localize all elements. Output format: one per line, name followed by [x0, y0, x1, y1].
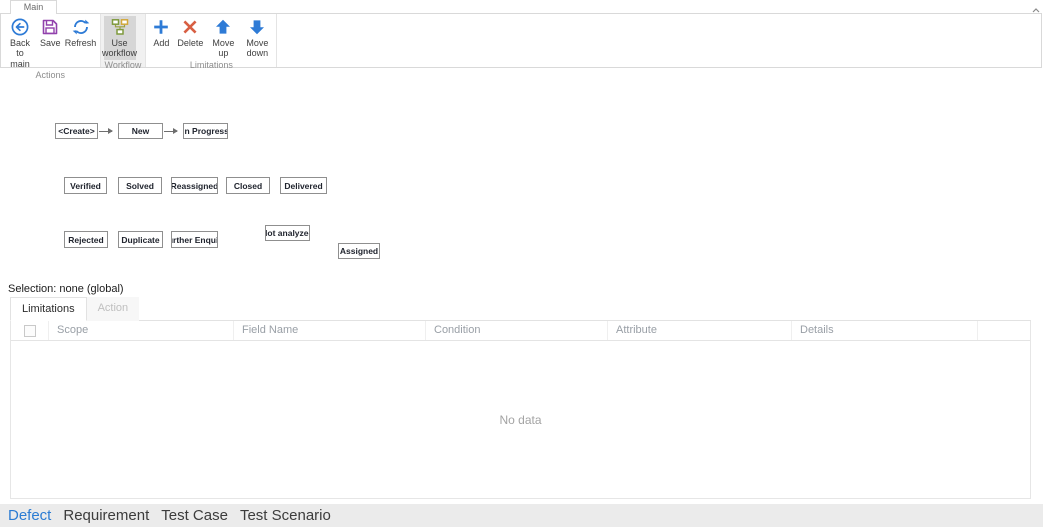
tab-limitations[interactable]: Limitations: [10, 297, 87, 321]
footer-tab-defect[interactable]: Defect: [8, 507, 51, 524]
workflow-arrow-new-to-in-progress: [164, 131, 177, 132]
workflow-node-label: New: [132, 126, 149, 136]
ribbon-group-buttons: Add Delete Move up Move down: [146, 14, 276, 60]
ribbon-group-label: Actions: [1, 70, 100, 82]
workflow-node-not-analyzed[interactable]: Not analyzed: [265, 225, 310, 241]
button-label: Add: [153, 38, 169, 48]
workflow-diagram: <Create> New In Progress Verified Solved Reas…: [0, 68, 1043, 284]
button-label: Use workflow: [102, 38, 137, 59]
column-header-scope: Scope: [49, 321, 234, 340]
workflow-node-solved[interactable]: Solved: [118, 177, 162, 194]
ribbon-group-limitations: AddDeleteMove upMove downLimitations: [146, 14, 277, 67]
button-label: Save: [40, 38, 61, 48]
workflow-node-label: Further Enquiry: [171, 235, 218, 245]
workflow-node-closed[interactable]: Closed: [226, 177, 270, 194]
workflow-node-label: Closed: [234, 181, 262, 191]
table-body: No data: [11, 341, 1030, 498]
workflow-node-assigned[interactable]: Assigned: [338, 243, 380, 259]
limitations-table: ScopeField NameConditionAttributeDetails…: [10, 321, 1031, 499]
ribbon-collapse-button[interactable]: [1029, 2, 1043, 12]
tab-action[interactable]: Action: [87, 297, 140, 321]
back-to-main-button[interactable]: Back to main: [4, 16, 36, 70]
workflow-node-delivered[interactable]: Delivered: [280, 177, 327, 194]
footer-tab-requirement[interactable]: Requirement: [63, 507, 149, 524]
workflow-node-label: Rejected: [68, 235, 103, 245]
workflow-node-label: Delivered: [284, 181, 322, 191]
entity-tab-bar: Defect Requirement Test Case Test Scenario: [0, 504, 1043, 527]
move-up-button[interactable]: Move up: [207, 16, 239, 60]
refresh-icon: [71, 17, 91, 37]
column-header-field-name: Field Name: [234, 321, 426, 340]
move-up-icon: [213, 17, 233, 37]
ribbon-group-label: Workflow: [101, 60, 146, 72]
workflow-node-duplicate[interactable]: Duplicate: [118, 231, 163, 248]
column-header-condition: Condition: [426, 321, 608, 340]
limitations-panel: Limitations Action ScopeField NameCondit…: [10, 297, 1031, 499]
save-button[interactable]: Save: [38, 16, 63, 49]
refresh-button[interactable]: Refresh: [65, 16, 97, 49]
ribbon-tab-row: Main: [0, 0, 1043, 13]
workflow-icon: [110, 17, 130, 37]
column-header-attribute: Attribute: [608, 321, 792, 340]
use-workflow-button[interactable]: Use workflow: [104, 16, 136, 60]
footer-tab-test-scenario[interactable]: Test Scenario: [240, 507, 331, 524]
ribbon-group-buttons: Use workflow: [101, 14, 146, 60]
button-label: Move up: [209, 38, 237, 59]
workflow-node-in-progress[interactable]: In Progress: [183, 123, 228, 139]
workflow-node-new[interactable]: New: [118, 123, 163, 139]
ribbon-group-actions: Back to mainSaveRefreshActions: [1, 14, 101, 67]
button-label: Refresh: [65, 38, 97, 48]
workflow-node-further-enquiry[interactable]: Further Enquiry: [171, 231, 218, 248]
workflow-node-label: Assigned: [340, 246, 378, 256]
ribbon: Back to mainSaveRefreshActionsUse workfl…: [0, 13, 1042, 68]
workflow-node-label: In Progress: [183, 126, 228, 136]
add-button[interactable]: Add: [149, 16, 173, 49]
delete-button[interactable]: Delete: [175, 16, 205, 49]
select-all-checkbox[interactable]: [24, 325, 36, 337]
ribbon-group-buttons: Back to main Save Refresh: [1, 14, 100, 70]
move-down-button[interactable]: Move down: [241, 16, 273, 60]
panel-tab-strip: Limitations Action: [10, 297, 1031, 321]
button-label: Back to main: [6, 38, 34, 69]
workflow-node-label: Reassigned: [171, 181, 218, 191]
workflow-node-label: <Create>: [58, 126, 94, 136]
workflow-node-label: Duplicate: [121, 235, 159, 245]
column-header-details: Details: [792, 321, 978, 340]
move-down-icon: [247, 17, 267, 37]
select-all-column-header: [11, 321, 49, 340]
workflow-node-rejected[interactable]: Rejected: [64, 231, 108, 248]
column-header-extra: [978, 321, 1030, 340]
workflow-arrow-create-to-new: [99, 131, 112, 132]
workflow-node-label: Verified: [70, 181, 101, 191]
back-icon: [10, 17, 30, 37]
selection-label: Selection: none (global): [8, 283, 124, 295]
workflow-node-verified[interactable]: Verified: [64, 177, 107, 194]
table-header-row: ScopeField NameConditionAttributeDetails: [11, 321, 1030, 341]
delete-icon: [180, 17, 200, 37]
footer-tab-test-case[interactable]: Test Case: [161, 507, 228, 524]
button-label: Move down: [243, 38, 271, 59]
workflow-node-label: Solved: [126, 181, 154, 191]
workflow-node-label: Not analyzed: [265, 228, 310, 238]
ribbon-group-label: Limitations: [146, 60, 276, 72]
save-icon: [40, 17, 60, 37]
ribbon-tab-main[interactable]: Main: [10, 0, 57, 14]
ribbon-group-workflow: Use workflowWorkflow: [101, 14, 147, 67]
add-icon: [151, 17, 171, 37]
button-label: Delete: [177, 38, 203, 48]
empty-table-message: No data: [499, 413, 541, 427]
workflow-node-reassigned[interactable]: Reassigned: [171, 177, 218, 194]
workflow-node-create[interactable]: <Create>: [55, 123, 98, 139]
